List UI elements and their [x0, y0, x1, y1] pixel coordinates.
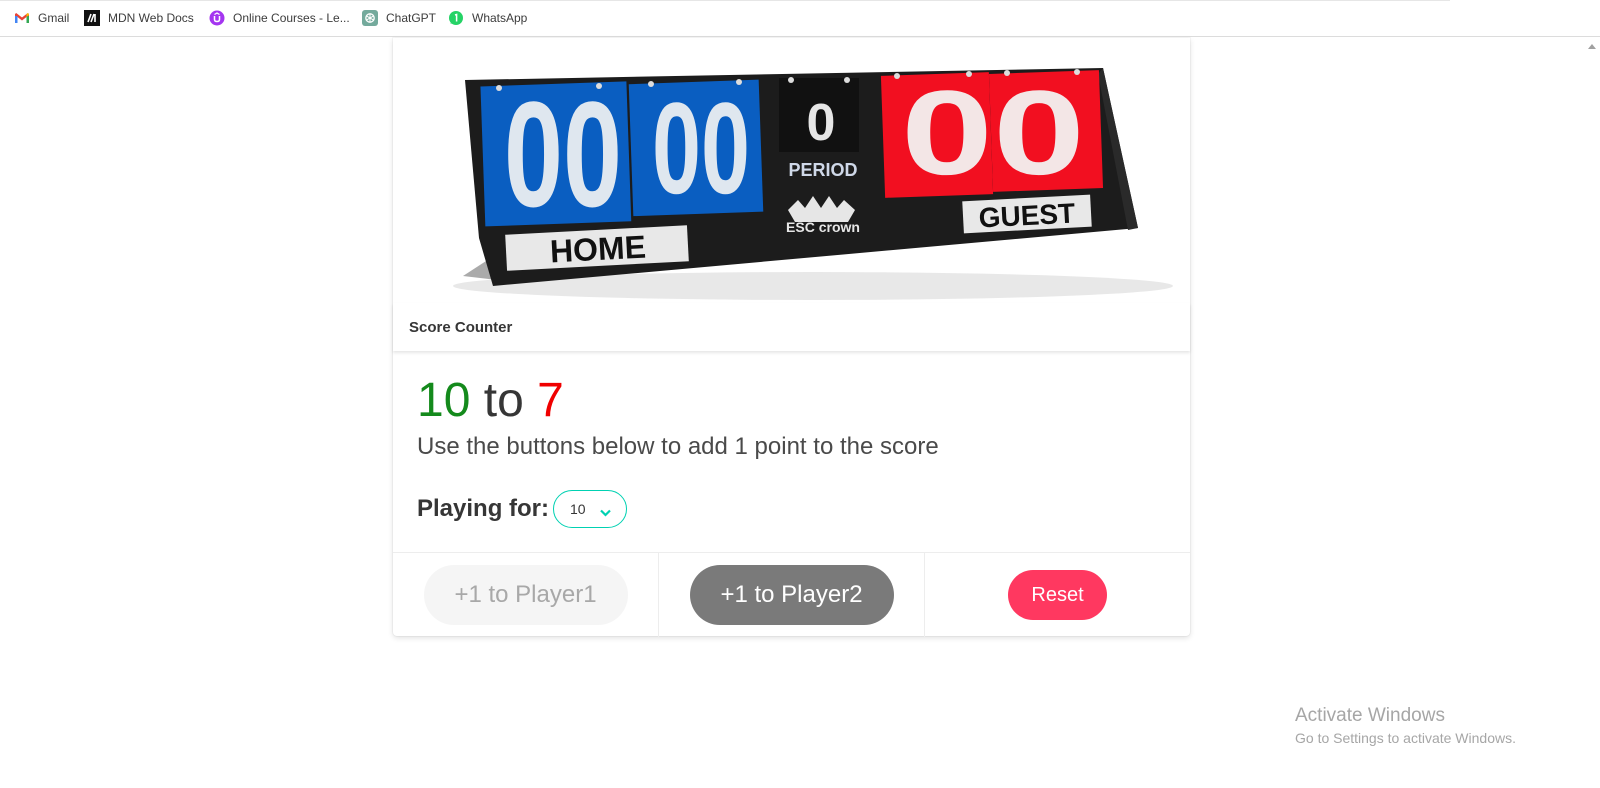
- card-content: 10 to 7: [417, 375, 564, 427]
- home-score-digit-1: 00: [504, 70, 622, 238]
- footer-item-player2: +1 to Player2: [658, 553, 924, 637]
- score-counter-card: 00 0 PERIOD ESC crown 00 00 HOME GUEST S…: [393, 38, 1190, 637]
- bookmark-gmail[interactable]: Gmail: [14, 8, 69, 28]
- guest-label: GUEST: [978, 197, 1076, 233]
- page-scrollbar[interactable]: [1584, 37, 1600, 788]
- bookmark-online-courses[interactable]: Online Courses - Le...: [209, 8, 350, 28]
- footer-item-player1: +1 to Player1: [393, 553, 658, 637]
- playing-for-select[interactable]: 10: [553, 490, 628, 528]
- bookmark-whatsapp[interactable]: WhatsApp: [448, 8, 527, 28]
- bookmark-mdn[interactable]: MDN Web Docs: [84, 8, 194, 28]
- gmail-icon: [14, 10, 30, 26]
- footer-item-reset: Reset: [924, 553, 1190, 637]
- activate-windows-title: Activate Windows: [1295, 705, 1445, 726]
- playing-for-row: Playing for: 10: [417, 490, 628, 528]
- bookmark-label: Online Courses - Le...: [233, 11, 350, 25]
- add-point-player2-button[interactable]: +1 to Player2: [689, 565, 894, 625]
- bookmark-label: MDN Web Docs: [108, 11, 194, 25]
- bookmark-label: Gmail: [38, 11, 70, 25]
- whatsapp-icon: [448, 10, 464, 26]
- scoreboard-image: 00 0 PERIOD ESC crown 00 00 HOME GUEST: [393, 38, 1190, 303]
- udemy-icon: [209, 10, 225, 26]
- score-separator: to: [483, 374, 524, 427]
- bookmark-label: ChatGPT: [386, 11, 437, 25]
- card-header: Score Counter: [393, 303, 1190, 351]
- card-footer: +1 to Player1 +1 to Player2 Reset: [393, 552, 1190, 637]
- period-digit: 0: [807, 94, 836, 152]
- chevron-down-icon: [600, 504, 611, 520]
- activate-windows-subtitle: Go to Settings to activate Windows.: [1295, 730, 1516, 746]
- bookmarks-bar: Gmail MDN Web Docs Online Courses - Le..…: [0, 0, 1600, 37]
- scroll-up-arrow-icon[interactable]: [1588, 44, 1596, 49]
- instructions-text: Use the buttons below to add 1 point to …: [417, 433, 939, 460]
- chatgpt-icon: [362, 10, 378, 26]
- score-display: 10 to 7: [417, 375, 564, 427]
- player2-score: 7: [537, 374, 564, 427]
- mdn-icon: [84, 10, 100, 26]
- bookmark-chatgpt[interactable]: ChatGPT: [362, 8, 436, 28]
- playing-for-label: Playing for:: [417, 495, 550, 522]
- bookmark-label: WhatsApp: [472, 11, 528, 25]
- player1-score: 10: [417, 374, 471, 427]
- reset-button[interactable]: Reset: [1008, 570, 1107, 620]
- card-title: Score Counter: [409, 318, 513, 336]
- period-label: PERIOD: [788, 160, 857, 180]
- guest-score-digits: 00: [901, 66, 1085, 200]
- add-point-player1-button[interactable]: +1 to Player1: [423, 565, 628, 625]
- home-score-digit-2: 00: [652, 75, 750, 221]
- home-label: HOME: [549, 229, 647, 270]
- playing-for-value: 10: [570, 501, 586, 517]
- brand-logo: ESC crown: [786, 219, 860, 235]
